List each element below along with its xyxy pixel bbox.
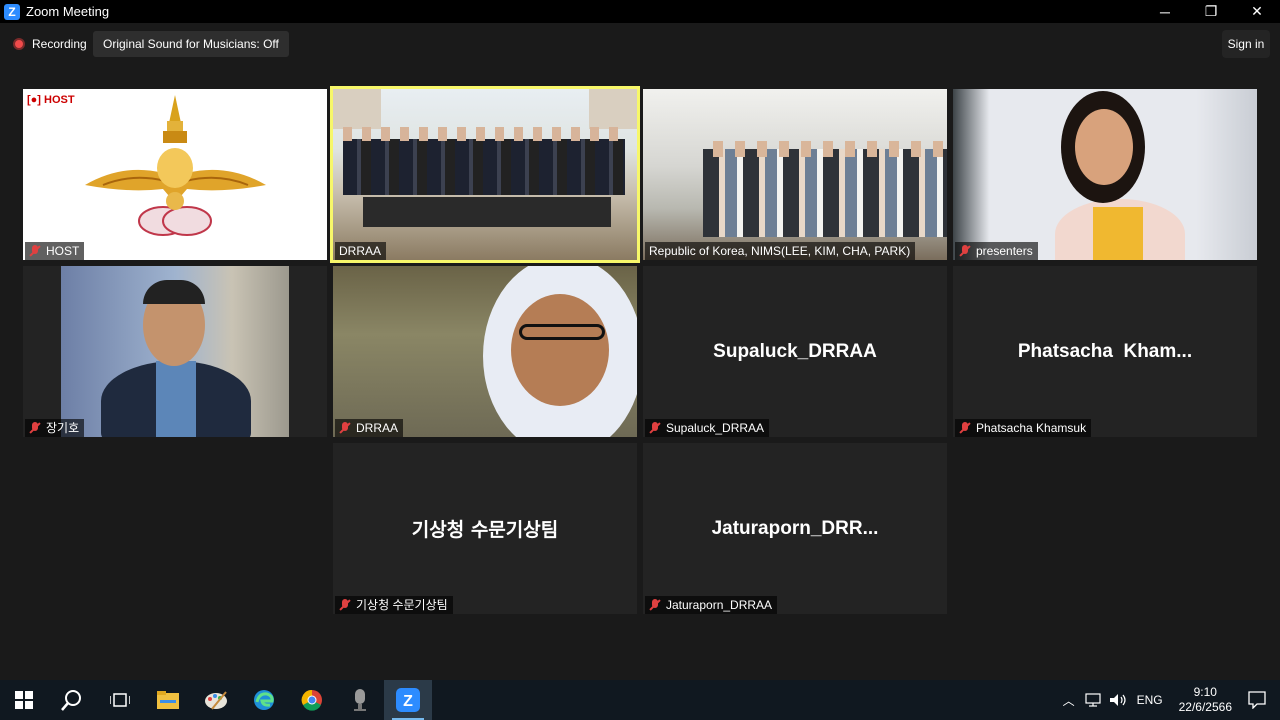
restore-button[interactable]: ❐ [1188,0,1234,23]
participant-display-name: 기상청 수문기상팀 [411,519,559,541]
participant-name: Republic of Korea, NIMS(LEE, KIM, CHA, P… [649,244,911,258]
participant-name: Supaluck_DRRAA [666,421,765,435]
close-button[interactable]: ✕ [1234,0,1280,23]
volume-icon[interactable] [1109,693,1127,707]
emblem-icon [85,95,266,236]
windows-start-icon[interactable] [0,680,48,720]
minimize-button[interactable]: ─ [1142,0,1188,23]
paint-icon[interactable] [192,680,240,720]
sign-in-button[interactable]: Sign in [1222,30,1270,58]
system-tray: ︿ ENG 9:10 22/6/2566 [1057,680,1280,720]
meeting-top-bar: Recording Original Sound for Musicians: … [0,23,1280,65]
participant-name: presenters [976,244,1033,258]
participant-name-tag: DRRAA [335,242,387,260]
participant-name: DRRAA [339,244,382,258]
video-tile-presenters[interactable]: presenters [953,89,1257,260]
chrome-icon[interactable] [288,680,336,720]
participant-name-tag: presenters [955,242,1038,260]
presenter-face [1075,109,1133,185]
muted-mic-icon [959,245,971,257]
video-tile-phatsacha[interactable]: Phatsacha Kham... Phatsacha Khamsuk [953,266,1257,437]
window-title: Zoom Meeting [26,4,110,19]
video-tile-supaluck[interactable]: Supaluck_DRRAA Supaluck_DRRAA [643,266,947,437]
edge-icon[interactable] [240,680,288,720]
voice-recorder-icon[interactable] [336,680,384,720]
participant-name: 기상청 수문기상팀 [356,598,448,612]
task-view-icon[interactable] [96,680,144,720]
participant-display-name: Jaturaporn_DRR... [711,517,879,539]
clock-date: 22/6/2566 [1178,700,1232,714]
network-icon[interactable] [1084,693,1101,707]
group-of-people [703,149,947,237]
video-tile-drraa-second[interactable]: DRRAA [333,266,637,437]
file-explorer-icon[interactable] [144,680,192,720]
participant-name: Phatsacha Khamsuk [976,421,1087,435]
muted-mic-icon [649,599,661,611]
participant-name-tag: 장기호 [25,419,85,437]
participant-name: DRRAA [356,421,399,435]
input-language[interactable]: ENG [1137,693,1163,707]
video-tile-drraa-active-speaker[interactable]: DRRAA [330,86,640,263]
video-tile-jang-giho[interactable]: 장기호 [23,266,327,437]
participant-name-tag: Jaturaporn_DRRAA [645,596,778,614]
participant-face [511,294,609,406]
participant-display-name: Supaluck_DRRAA [713,340,877,362]
host-badge: [●] HOST [27,94,75,106]
participant-name-tag: Supaluck_DRRAA [645,419,770,437]
search-icon[interactable] [48,680,96,720]
recording-indicator[interactable]: Recording [13,37,87,51]
video-tile-kma-hydromet[interactable]: 기상청 수문기상팀 기상청 수문기상팀 [333,443,637,614]
muted-mic-icon [29,422,41,434]
original-sound-button[interactable]: Original Sound for Musicians: Off [93,31,289,57]
svg-text:Z: Z [403,693,413,710]
clock-time: 9:10 [1193,685,1217,699]
muted-mic-icon [339,599,351,611]
action-center-notification-icon[interactable] [1248,691,1266,709]
muted-mic-icon [959,422,971,434]
zoom-app-icon: Z [4,3,20,20]
recording-dot-icon [13,38,25,50]
taskbar-clock[interactable]: 9:10 22/6/2566 [1179,685,1232,715]
participant-display-name: Phatsacha Kham... [1017,340,1193,362]
recording-label: Recording [32,37,87,51]
participant-name-tag: Republic of Korea, NIMS(LEE, KIM, CHA, P… [645,242,916,260]
muted-mic-icon [29,245,41,257]
participant-name: Jaturaporn_DRRAA [666,598,773,612]
video-tile-korea-nims[interactable]: Republic of Korea, NIMS(LEE, KIM, CHA, P… [643,89,947,260]
participant-name-tag: HOST [25,242,85,260]
windows-taskbar: Z ︿ ENG 9:10 22/6/2566 [0,680,1280,720]
glasses [519,324,605,340]
shirt [1093,207,1143,260]
participant-name-tag: Phatsacha Khamsuk [955,419,1092,437]
title-bar: Z Zoom Meeting ─ ❐ ✕ [0,0,1280,23]
participant-name-tag: 기상청 수문기상팀 [335,596,453,614]
conference-table [363,197,611,227]
video-tile-host[interactable]: [●] HOST HOST [23,89,327,260]
group-of-people [343,139,625,195]
participant-name-tag: DRRAA [335,419,404,437]
video-tile-jaturaporn[interactable]: Jaturaporn_DRR... Jaturaporn_DRRAA [643,443,947,614]
participant-name: 장기호 [46,421,80,435]
muted-mic-icon [339,422,351,434]
participant-name: HOST [46,244,80,258]
muted-mic-icon [649,422,661,434]
zoom-icon[interactable]: Z [384,680,432,720]
show-hidden-icons-chevron-icon[interactable]: ︿ [1063,692,1075,709]
